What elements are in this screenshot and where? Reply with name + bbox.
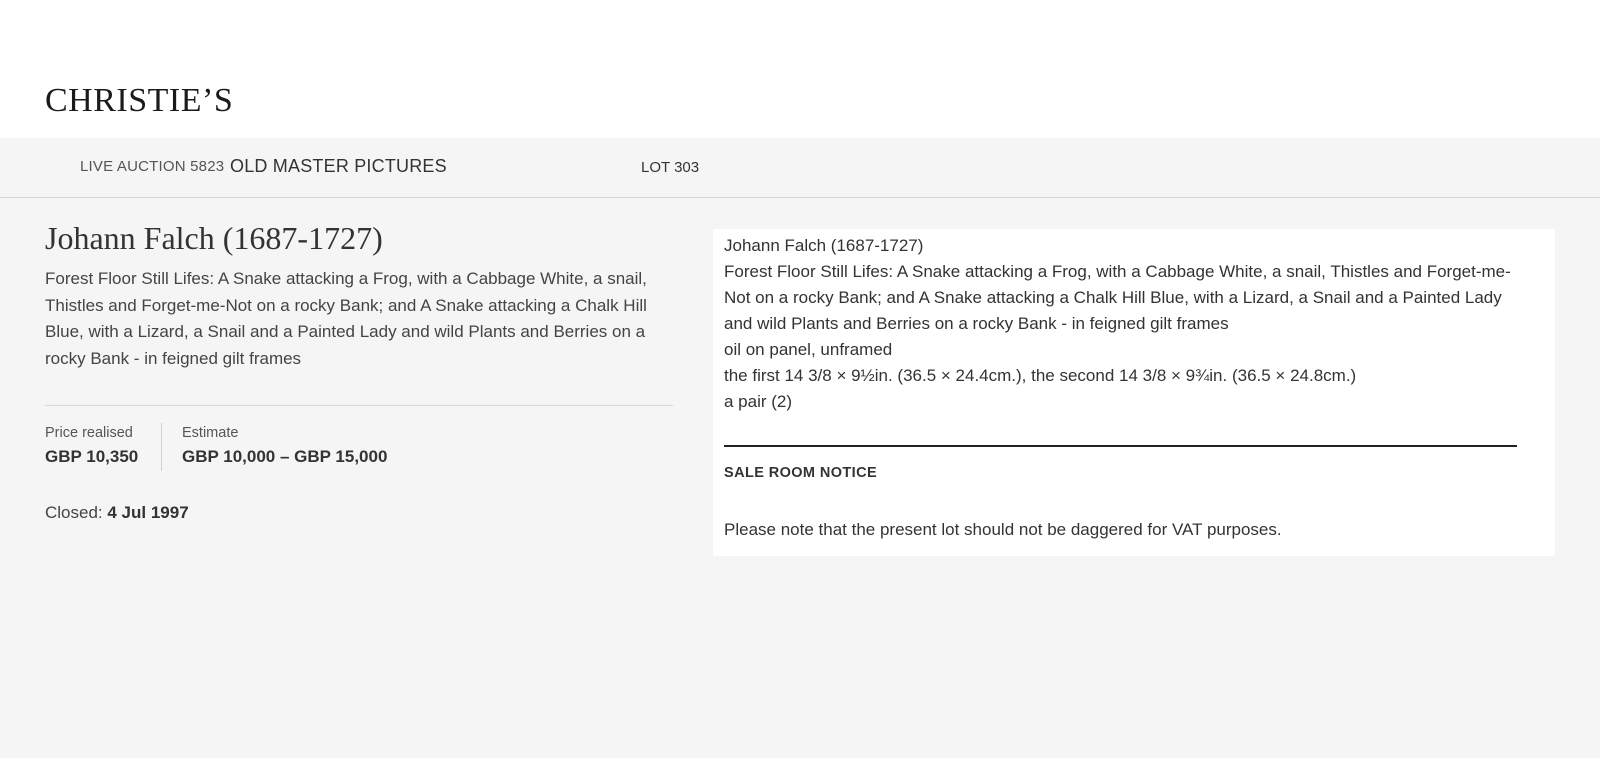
site-header: CHRISTIE’S <box>0 0 1600 138</box>
sale-room-notice-text: Please note that the present lot should … <box>724 520 1282 539</box>
auction-type-label: LIVE AUCTION 5823 <box>80 158 225 175</box>
christies-logo[interactable]: CHRISTIE’S <box>45 82 233 120</box>
closed-label: Closed: <box>45 503 108 522</box>
divider <box>45 405 673 406</box>
estimate: Estimate GBP 10,000 – GBP 15,000 <box>182 423 387 471</box>
artist-name: Johann Falch (1687-1727) <box>45 220 383 256</box>
closed-date-value: 4 Jul 1997 <box>107 503 189 522</box>
details-artist: Johann Falch (1687-1727) <box>724 236 924 255</box>
notice-divider <box>724 445 1517 447</box>
price-realised-value: GBP 10,350 <box>45 447 139 466</box>
price-realised: Price realised GBP 10,350 <box>45 423 162 471</box>
sale-title-link[interactable]: OLD MASTER PICTURES <box>230 156 447 177</box>
details-quantity: a pair (2) <box>724 392 793 411</box>
details-medium: oil on panel, unframed <box>724 340 893 359</box>
details-title: Forest Floor Still Lifes: A Snake attack… <box>724 262 1511 333</box>
lot-details-panel: Johann Falch (1687-1727) Forest Floor St… <box>713 229 1555 556</box>
price-realised-label: Price realised <box>45 425 133 441</box>
estimate-value: GBP 10,000 – GBP 15,000 <box>182 447 388 466</box>
closed-date: Closed: 4 Jul 1997 <box>45 503 189 523</box>
estimate-label: Estimate <box>182 425 239 441</box>
lot-details: Johann Falch (1687-1727) Forest Floor St… <box>724 233 1514 415</box>
details-dimensions: the first 14 3/8 × 9½in. (36.5 × 24.4cm.… <box>724 366 1357 385</box>
lot-number: LOT 303 <box>641 159 700 176</box>
sale-room-notice-heading: SALE ROOM NOTICE <box>724 465 878 481</box>
lot-summary: Johann Falch (1687-1727) Forest Floor St… <box>45 218 673 522</box>
auction-subnav: LIVE AUCTION 5823 OLD MASTER PICTURES LO… <box>0 138 1600 198</box>
lot-title: Forest Floor Still Lifes: A Snake attack… <box>45 269 647 368</box>
